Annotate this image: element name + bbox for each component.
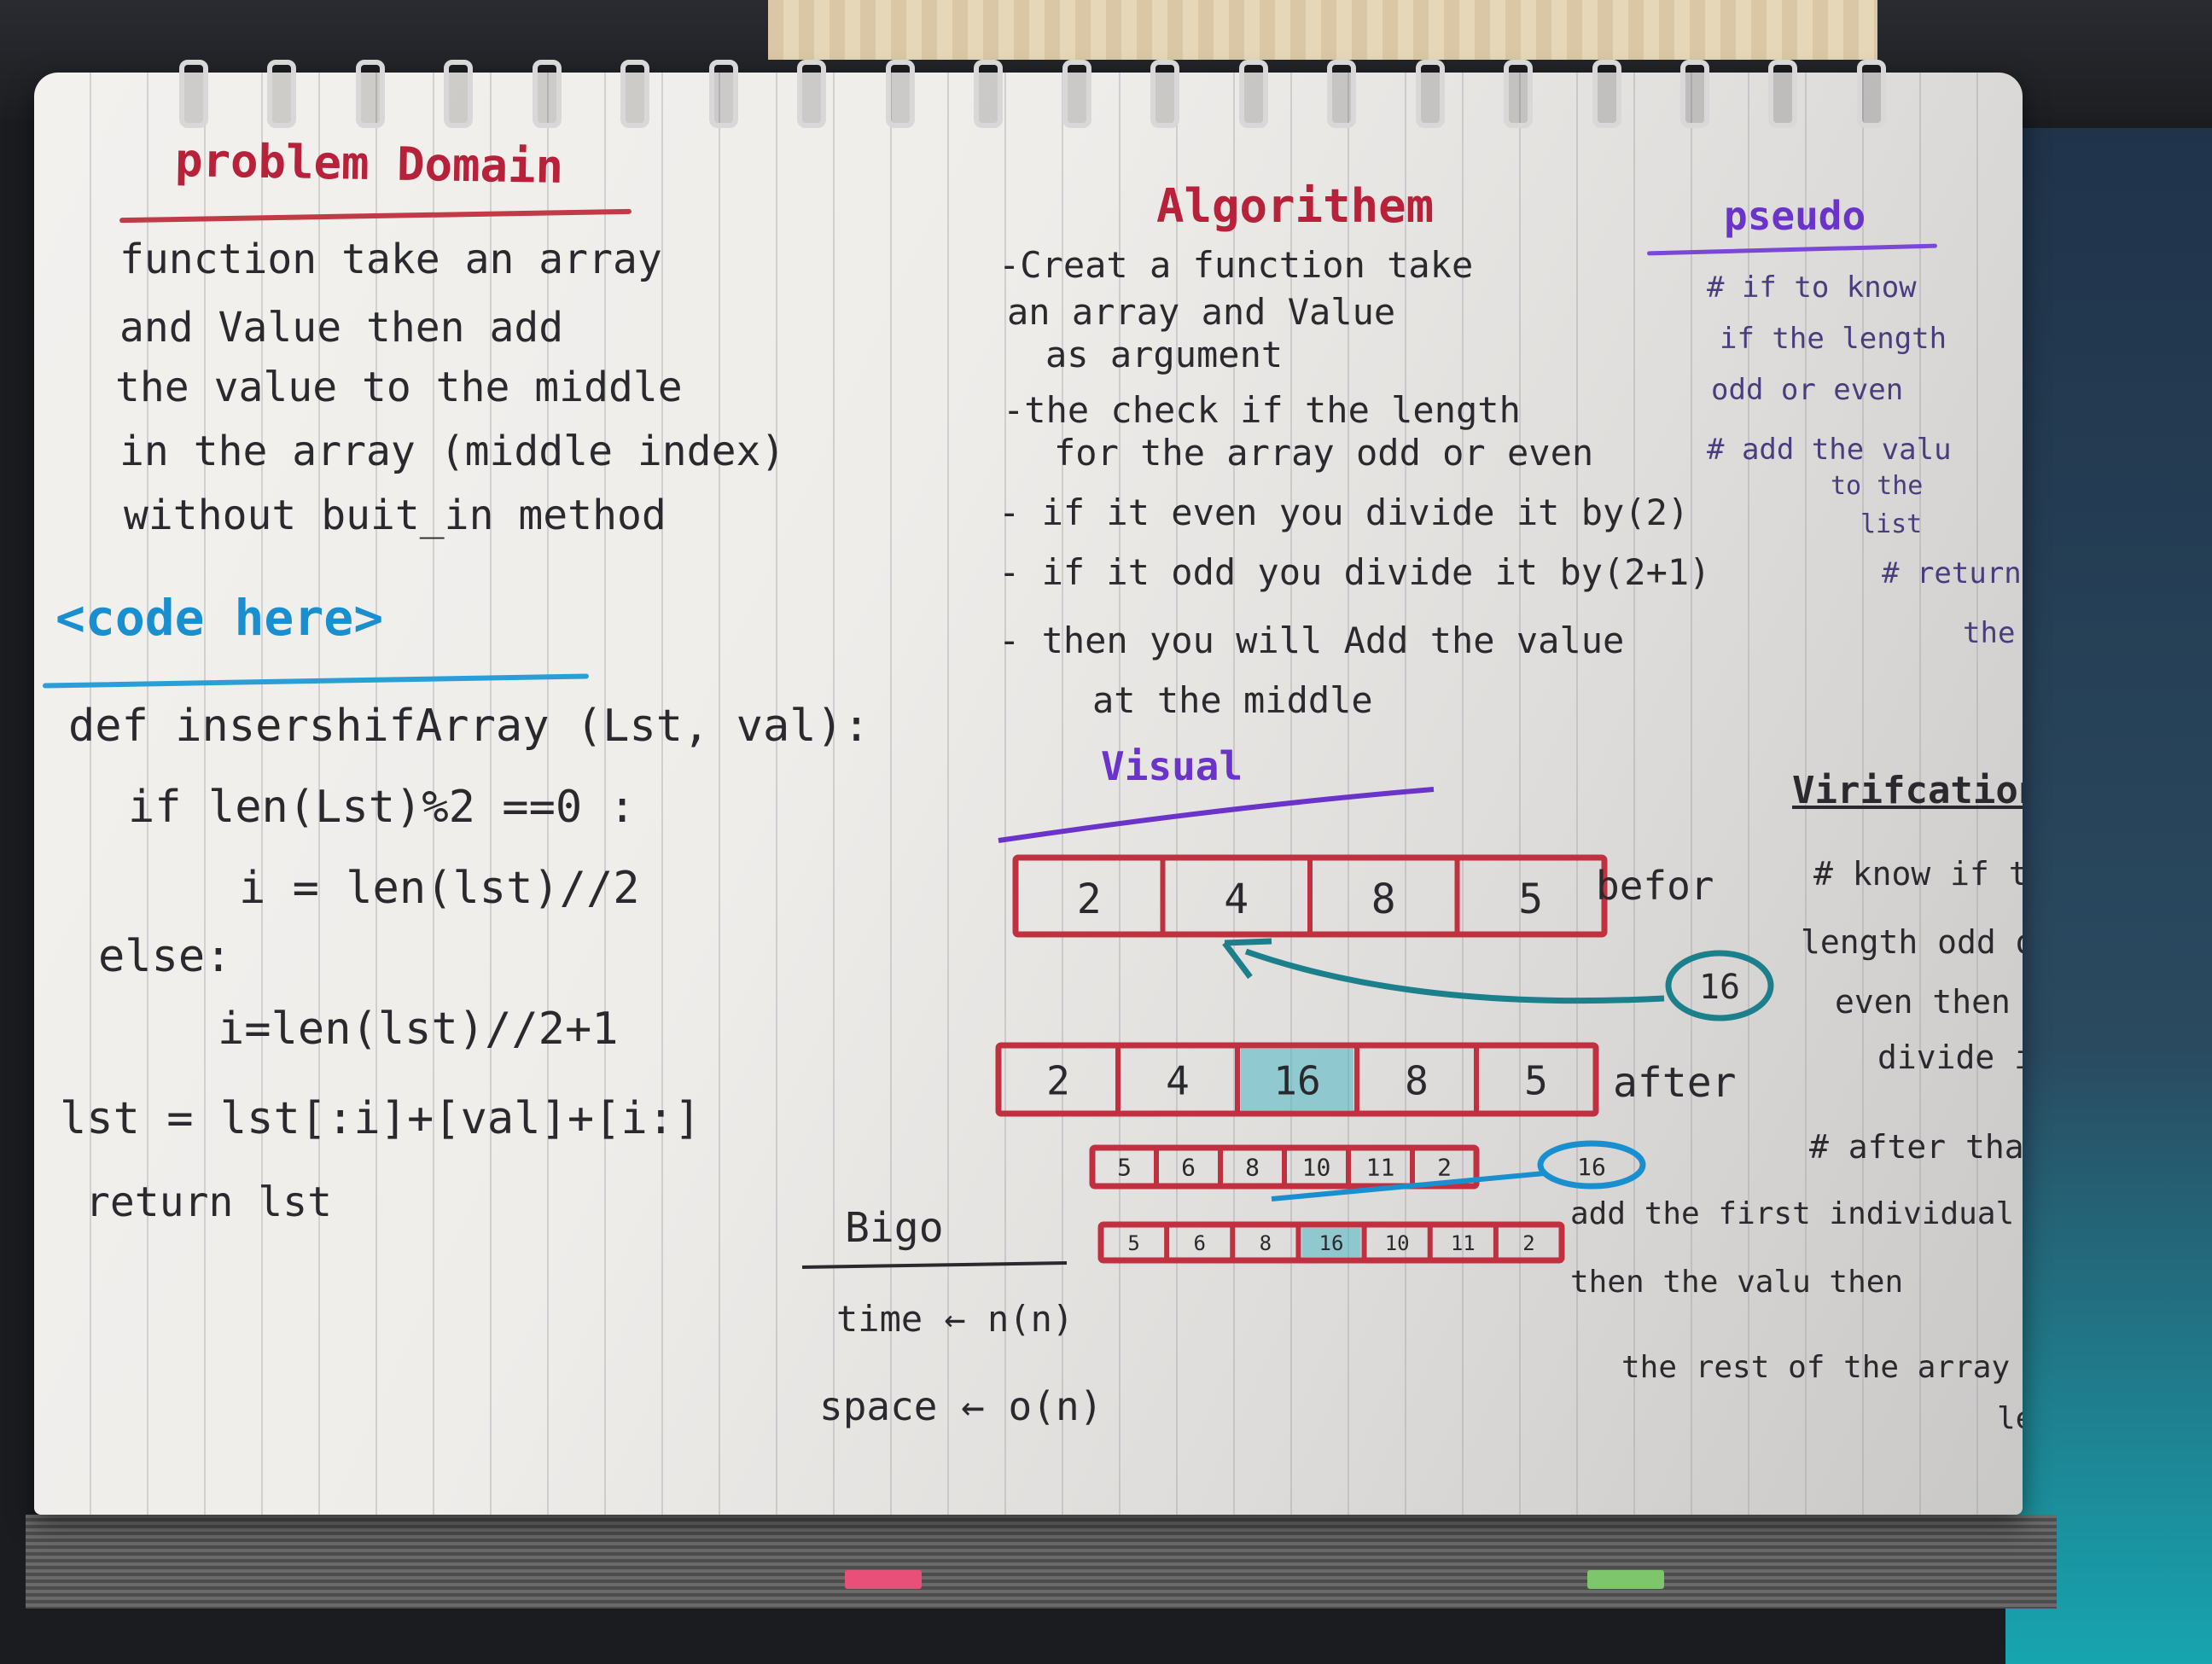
small-before-row-cell-value: 11 — [1366, 1153, 1395, 1181]
notebook-page: problem Domain function take an array an… — [34, 73, 2023, 1515]
before-row-cell-value: 5 — [1518, 876, 1543, 923]
after-row-cell-value: 16 — [1273, 1058, 1320, 1104]
after-row-cell-value: 2 — [1046, 1058, 1070, 1104]
small-before-row-cell-value: 2 — [1437, 1153, 1452, 1181]
small-after-row-cell-value: 8 — [1260, 1231, 1272, 1255]
background-fabric — [768, 0, 1877, 60]
small-after-row-cell-value: 6 — [1193, 1231, 1205, 1255]
small-before-row-cell-value: 10 — [1302, 1153, 1331, 1181]
small-insert-label: 16 — [1577, 1153, 1606, 1181]
bigo-underline — [801, 1261, 1068, 1269]
page-tab-green — [1587, 1570, 1664, 1589]
visual-heading-underline — [998, 787, 1435, 843]
small-after-row-cell-value: 16 — [1319, 1231, 1344, 1255]
before-row-cell-value: 2 — [1077, 876, 1102, 923]
small-after-row-cell-value: 2 — [1522, 1231, 1534, 1255]
small-after-row-cell-value: 5 — [1127, 1231, 1139, 1255]
after-row-cell-value: 5 — [1524, 1058, 1548, 1104]
small-after-row-cell-value: 10 — [1385, 1231, 1410, 1255]
after-row-cell-value: 8 — [1405, 1058, 1429, 1104]
before-row-cell-value: 4 — [1224, 876, 1249, 923]
small-before-row-cell-value: 6 — [1181, 1153, 1196, 1181]
small-after-row-cell-value: 11 — [1451, 1231, 1476, 1255]
insert-value-label: 16 — [1699, 968, 1740, 1007]
before-label: befor — [1596, 863, 1714, 909]
page-tab-pink — [845, 1570, 922, 1589]
insert-arrow — [1244, 948, 1665, 1004]
notebook-page-stack — [26, 1515, 2057, 1609]
spiral-binding — [179, 60, 1886, 128]
visual-array-diagram: 2 4 8 52 4 16 8 5165 6 8 10 11 2 165 6 8 16 10 11 2 — [801, 787, 1774, 1269]
small-before-row-cell-value: 5 — [1117, 1153, 1132, 1181]
background-right — [2005, 128, 2212, 1664]
after-row-cell-value: 4 — [1166, 1058, 1190, 1104]
before-row-cell-value: 8 — [1371, 876, 1396, 923]
small-before-row-cell-value: 8 — [1245, 1153, 1260, 1181]
after-label: after — [1613, 1059, 1737, 1107]
